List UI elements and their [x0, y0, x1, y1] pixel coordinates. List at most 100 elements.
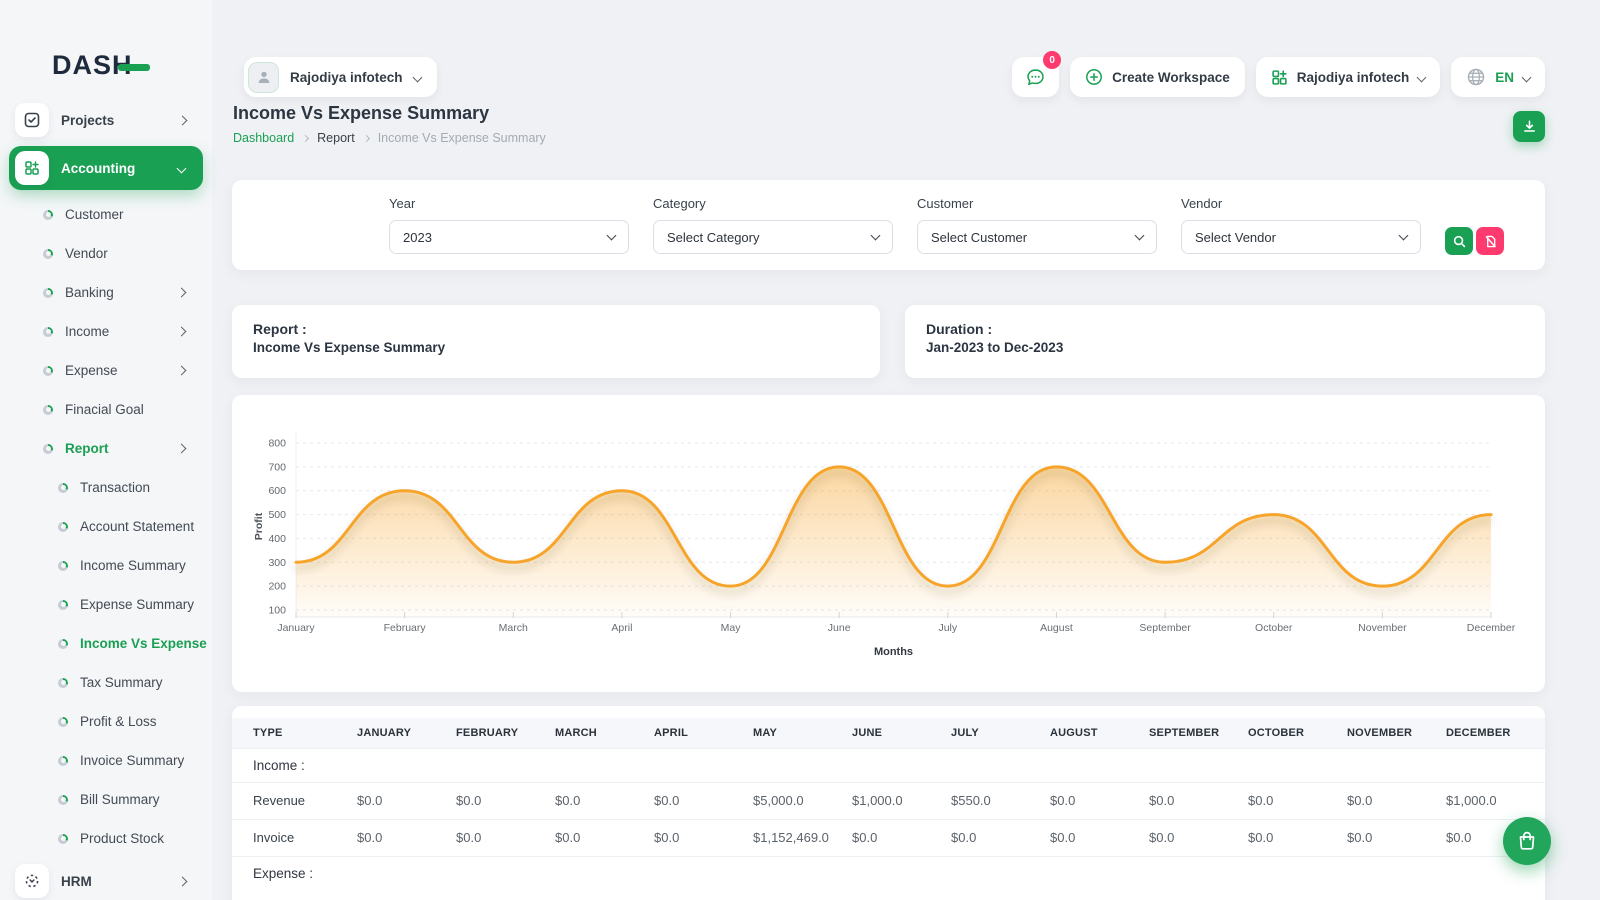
- chevron-down-icon: [412, 72, 422, 82]
- table-cell-value: $0.0: [456, 782, 555, 819]
- bullet-icon: [58, 561, 68, 571]
- income-expense-table-card: TYPEJANUARYFEBRUARYMARCHAPRILMAYJUNEJULY…: [232, 706, 1545, 900]
- sidebar-item-label: Income Summary: [80, 558, 186, 573]
- purchase-fab-button[interactable]: [1503, 817, 1551, 865]
- sidebar-item-label: Accounting: [61, 161, 178, 176]
- table-row: Expense :: [232, 856, 1545, 890]
- sidebar-item-income[interactable]: Income: [0, 312, 212, 351]
- sidebar-item-label: Expense: [65, 363, 118, 378]
- year-select[interactable]: 2023: [389, 220, 629, 254]
- chevron-down-icon: [1135, 231, 1145, 241]
- sidebar-item-customer[interactable]: Customer: [0, 195, 212, 234]
- vendor-select[interactable]: Select Vendor: [1181, 220, 1421, 254]
- table-cell-value: $0.0: [1248, 819, 1347, 856]
- table-cell-value: $0.0: [1149, 819, 1248, 856]
- breadcrumb-report[interactable]: Report: [317, 131, 355, 145]
- messages-count-badge: 0: [1043, 51, 1061, 69]
- create-workspace-button[interactable]: Create Workspace: [1070, 57, 1245, 97]
- reset-filter-button[interactable]: [1476, 227, 1504, 255]
- apply-filter-button[interactable]: [1445, 227, 1473, 255]
- vendor-select-value: Select Vendor: [1195, 230, 1276, 245]
- sidebar-item-hrm[interactable]: HRM: [0, 860, 212, 900]
- sidebar-item-label: Income: [65, 324, 109, 339]
- table-header-cell: OCTOBER: [1248, 718, 1347, 748]
- svg-text:February: February: [384, 622, 427, 634]
- svg-text:April: April: [611, 622, 632, 634]
- duration-summary-card: Duration : Jan-2023 to Dec-2023: [905, 305, 1545, 378]
- profit-area-chart: 100200300400500600700800JanuaryFebruaryM…: [232, 395, 1545, 685]
- workspace-menu-label: Rajodiya infotech: [1297, 70, 1410, 85]
- chevron-down-icon: [1522, 72, 1532, 82]
- sidebar-item-product-stock[interactable]: Product Stock: [0, 819, 212, 858]
- sidebar-item-expense-summary[interactable]: Expense Summary: [0, 585, 212, 624]
- table-cell-value: $0.0: [1050, 819, 1149, 856]
- svg-text:September: September: [1139, 622, 1191, 634]
- sidebar-item-projects[interactable]: Projects: [0, 99, 212, 141]
- sidebar-item-label: Tax Summary: [80, 675, 163, 690]
- sidebar-item-report[interactable]: Report: [0, 429, 212, 468]
- table-header-cell: TYPE: [232, 718, 357, 748]
- sidebar-item-income-summary[interactable]: Income Summary: [0, 546, 212, 585]
- download-report-button[interactable]: [1513, 111, 1545, 142]
- report-card-title: Report :: [253, 321, 859, 337]
- bullet-icon: [43, 210, 53, 220]
- language-button[interactable]: EN: [1451, 57, 1545, 97]
- sidebar-item-transaction[interactable]: Transaction: [0, 468, 212, 507]
- breadcrumb-dashboard[interactable]: Dashboard: [233, 131, 294, 145]
- svg-text:400: 400: [268, 533, 286, 545]
- sidebar-item-label: Invoice Summary: [80, 753, 184, 768]
- plus-circle-icon: [1085, 68, 1103, 86]
- workspace-menu-button[interactable]: Rajodiya infotech: [1256, 57, 1441, 97]
- sidebar-item-invoice-summary[interactable]: Invoice Summary: [0, 741, 212, 780]
- breadcrumb-separator-icon: [302, 135, 309, 142]
- table-header-cell: FEBRUARY: [456, 718, 555, 748]
- workspace-switcher[interactable]: Rajodiya infotech: [244, 57, 437, 97]
- svg-text:March: March: [499, 622, 528, 634]
- sidebar-item-bill-summary[interactable]: Bill Summary: [0, 780, 212, 819]
- chat-icon: [1025, 67, 1046, 88]
- sidebar-item-banking[interactable]: Banking: [0, 273, 212, 312]
- chevron-right-icon: [177, 288, 187, 298]
- shopping-bag-icon: [1516, 830, 1538, 852]
- svg-text:700: 700: [268, 461, 286, 473]
- sidebar-item-income-vs-expense[interactable]: Income Vs Expense: [0, 624, 212, 663]
- table-header-cell: DECEMBER: [1446, 718, 1545, 748]
- sidebar-item-account-statement[interactable]: Account Statement: [0, 507, 212, 546]
- table-cell-value: $550.0: [951, 782, 1050, 819]
- messages-button[interactable]: 0: [1012, 57, 1059, 97]
- language-label: EN: [1495, 70, 1514, 85]
- sidebar-item-vendor[interactable]: Vendor: [0, 234, 212, 273]
- breadcrumb-separator-icon: [363, 135, 370, 142]
- sidebar-item-profit-loss[interactable]: Profit & Loss: [0, 702, 212, 741]
- table-cell-value: $0.0: [357, 782, 456, 819]
- table-cell-value: $0.0: [555, 819, 654, 856]
- search-icon: [1453, 235, 1466, 248]
- svg-text:December: December: [1467, 622, 1516, 634]
- brand-logo[interactable]: DASH: [52, 50, 212, 81]
- bullet-icon: [43, 288, 53, 298]
- chevron-right-icon: [178, 115, 188, 125]
- chevron-right-icon: [177, 366, 187, 376]
- table-cell-value: $1,152,469.0: [753, 819, 852, 856]
- workspace-name: Rajodiya infotech: [290, 70, 403, 85]
- accounting-submenu: CustomerVendorBanking Income Expense Finaci…: [0, 195, 212, 468]
- table-cell-value: $1,000.0: [1446, 782, 1545, 819]
- hrm-icon: [15, 864, 49, 898]
- customer-select[interactable]: Select Customer: [917, 220, 1157, 254]
- svg-text:November: November: [1358, 622, 1407, 634]
- category-select[interactable]: Select Category: [653, 220, 893, 254]
- svg-text:300: 300: [268, 557, 286, 569]
- year-label: Year: [389, 196, 629, 211]
- bullet-icon: [58, 795, 68, 805]
- sidebar-item-tax-summary[interactable]: Tax Summary: [0, 663, 212, 702]
- chevron-right-icon: [177, 444, 187, 454]
- sidebar-item-accounting[interactable]: Accounting: [9, 146, 203, 190]
- sidebar-item-finacial-goal[interactable]: Finacial Goal: [0, 390, 212, 429]
- globe-icon: [1466, 67, 1486, 87]
- sidebar-item-expense[interactable]: Expense: [0, 351, 212, 390]
- report-card-value: Income Vs Expense Summary: [253, 340, 859, 355]
- category-select-value: Select Category: [667, 230, 760, 245]
- table-header-cell: MARCH: [555, 718, 654, 748]
- chevron-down-icon: [1417, 72, 1427, 82]
- profit-chart-card: 100200300400500600700800JanuaryFebruaryM…: [232, 395, 1545, 692]
